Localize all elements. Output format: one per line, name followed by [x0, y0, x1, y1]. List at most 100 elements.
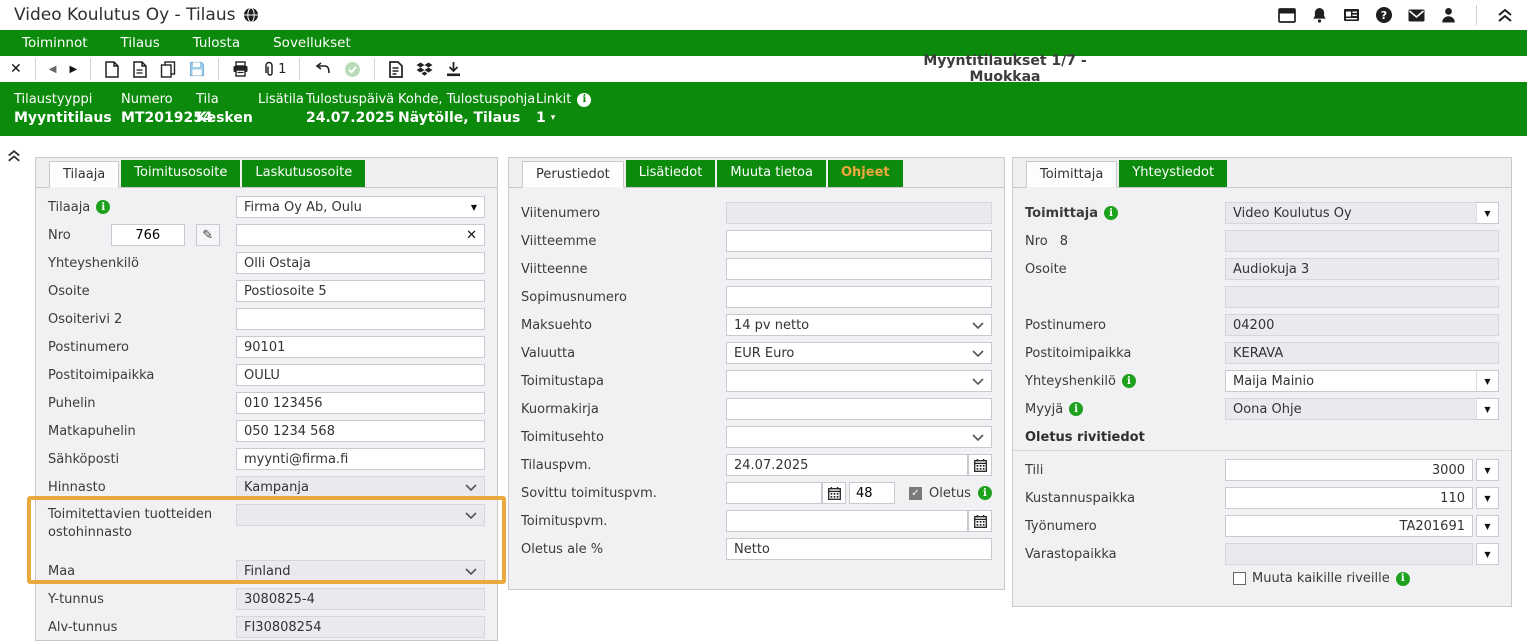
- news-icon[interactable]: [1343, 8, 1360, 22]
- sovittu-toimituspvm-input[interactable]: [726, 482, 822, 504]
- info-icon[interactable]: i: [1396, 572, 1410, 586]
- combo-dropdown-button[interactable]: ▼: [1476, 543, 1499, 565]
- field-row: Matkapuhelin: [48, 420, 485, 442]
- attachments-button[interactable]: 1: [262, 61, 286, 78]
- close-button[interactable]: ✕: [10, 61, 22, 77]
- maa-select[interactable]: Finland: [236, 560, 485, 582]
- tab-toimittaja[interactable]: Toimittaja: [1026, 161, 1117, 188]
- combo-dropdown-button[interactable]: ▼: [1476, 459, 1499, 481]
- supplier-contact-combobox[interactable]: Maija Mainio: [1225, 370, 1477, 392]
- matkapuhelin-input[interactable]: [236, 420, 485, 442]
- field-row-toimitustapa: Toimitustapa: [521, 370, 992, 392]
- tab-ohjeet[interactable]: Ohjeet: [828, 160, 903, 187]
- customer-number-input[interactable]: [111, 224, 185, 246]
- info-icon[interactable]: i: [978, 486, 992, 500]
- combo-dropdown-button[interactable]: ▼: [1476, 202, 1499, 224]
- section-divider: [1013, 450, 1511, 451]
- menu-tilaus[interactable]: Tilaus: [121, 35, 160, 51]
- collapse-panel-chevrons-icon[interactable]: [7, 149, 21, 163]
- combo-dropdown-button[interactable]: ▼: [1476, 487, 1499, 509]
- info-icon[interactable]: i: [1104, 206, 1118, 220]
- kustannuspaikka-input[interactable]: [1225, 487, 1473, 509]
- hinnasto-select[interactable]: Kampanja: [236, 476, 485, 498]
- nav-back-button[interactable]: ◀: [49, 64, 57, 75]
- tab-laskutusosoite[interactable]: Laskutusosoite: [242, 160, 365, 187]
- save-button[interactable]: [189, 61, 205, 77]
- osoiterivi2-input[interactable]: [236, 308, 485, 330]
- windows-icon[interactable]: [1278, 8, 1296, 23]
- sahkoposti-input[interactable]: [236, 448, 485, 470]
- customer-search-input[interactable]: ✕: [236, 224, 485, 246]
- tab-lisatiedot[interactable]: Lisätiedot: [626, 160, 716, 187]
- combo-dropdown-button[interactable]: ▼: [1476, 515, 1499, 537]
- sopimusnumero-input[interactable]: [726, 286, 992, 308]
- info-icon[interactable]: i: [96, 200, 110, 214]
- edit-pencil-button[interactable]: ✎: [196, 224, 220, 246]
- notifications-bell-icon[interactable]: [1312, 7, 1327, 23]
- ostohinnasto-select[interactable]: [236, 504, 485, 526]
- dropbox-button[interactable]: [416, 62, 433, 77]
- linkit-dropdown[interactable]: 1 ▾: [536, 108, 591, 129]
- oletus-ale-input[interactable]: [726, 538, 992, 560]
- send-back-button[interactable]: [313, 62, 331, 76]
- tilaaja-combobox[interactable]: Firma Oy Ab, Oulu ▼: [236, 196, 485, 218]
- section-header-oletus-rivitiedot: Oletus rivitiedot: [1025, 426, 1499, 448]
- maksuehto-select[interactable]: 14 pv netto: [726, 314, 992, 336]
- info-icon[interactable]: i: [577, 93, 591, 107]
- calendar-button[interactable]: [968, 454, 992, 476]
- field-row: Postinumero: [48, 336, 485, 358]
- puhelin-input[interactable]: [236, 392, 485, 414]
- toimittaja-combobox[interactable]: Video Koulutus Oy: [1225, 202, 1477, 224]
- delivery-hours-input[interactable]: [849, 482, 895, 504]
- field-row-myyja: Myyjä i Oona Ohje ▼: [1025, 398, 1499, 420]
- calendar-button[interactable]: [968, 510, 992, 532]
- toimitusehto-select[interactable]: [726, 426, 992, 448]
- tab-yhteystiedot[interactable]: Yhteystiedot: [1119, 160, 1227, 187]
- menu-sovellukset[interactable]: Sovellukset: [273, 35, 351, 51]
- kuormakirja-input[interactable]: [726, 398, 992, 420]
- osoite-input[interactable]: [236, 280, 485, 302]
- combo-dropdown-button[interactable]: ▼: [1476, 398, 1499, 420]
- new-document-button[interactable]: [104, 61, 119, 78]
- toimitustapa-select[interactable]: [726, 370, 992, 392]
- yhteyshenkilo-input[interactable]: [236, 252, 485, 274]
- open-document-button[interactable]: [132, 61, 147, 78]
- viitteenne-input[interactable]: [726, 258, 992, 280]
- nav-forward-button[interactable]: ▶: [69, 64, 77, 75]
- postitoimipaikka-input[interactable]: [236, 364, 485, 386]
- menu-toiminnot[interactable]: Toiminnot: [22, 35, 88, 51]
- calendar-button[interactable]: [822, 482, 846, 504]
- tab-perustiedot[interactable]: Perustiedot: [522, 161, 624, 188]
- user-icon[interactable]: [1441, 7, 1456, 23]
- menu-tulosta[interactable]: Tulosta: [193, 35, 240, 51]
- tab-tilaaja[interactable]: Tilaaja: [49, 161, 119, 188]
- mail-icon[interactable]: [1408, 9, 1425, 22]
- chevron-down-icon: ▼: [1484, 377, 1490, 386]
- field-row-nro: Nro 8: [1025, 230, 1499, 252]
- report-button[interactable]: [388, 61, 403, 78]
- print-button[interactable]: [232, 61, 249, 77]
- menu-bar: Toiminnot Tilaus Tulosta Sovellukset: [0, 30, 1527, 56]
- muuta-kaikille-checkbox[interactable]: [1233, 572, 1246, 585]
- info-icon[interactable]: i: [1069, 402, 1083, 416]
- collapse-all-chevrons-icon[interactable]: [1497, 8, 1513, 23]
- postinumero-input[interactable]: [236, 336, 485, 358]
- combo-dropdown-button[interactable]: ▼: [1476, 370, 1499, 392]
- copy-button[interactable]: [160, 61, 176, 78]
- help-icon[interactable]: ?: [1376, 7, 1392, 23]
- varastopaikka-combobox[interactable]: [1225, 543, 1473, 565]
- toimituspvm-input[interactable]: [726, 510, 968, 532]
- tyonumero-input[interactable]: [1225, 515, 1473, 537]
- tab-muuta-tietoa[interactable]: Muuta tietoa: [717, 160, 826, 187]
- info-icon[interactable]: i: [1122, 374, 1136, 388]
- tilauspvm-input[interactable]: [726, 454, 968, 476]
- clear-icon[interactable]: ✕: [466, 228, 477, 243]
- tab-toimitusosoite[interactable]: Toimitusosoite: [121, 160, 240, 187]
- download-button[interactable]: [446, 61, 461, 77]
- salesperson-combobox[interactable]: Oona Ohje: [1225, 398, 1477, 420]
- valuutta-select[interactable]: EUR Euro: [726, 342, 992, 364]
- viitteemme-input[interactable]: [726, 230, 992, 252]
- approve-check-button[interactable]: [344, 61, 361, 78]
- tili-input[interactable]: [1225, 459, 1473, 481]
- oletus-checkbox[interactable]: ✓: [909, 487, 922, 500]
